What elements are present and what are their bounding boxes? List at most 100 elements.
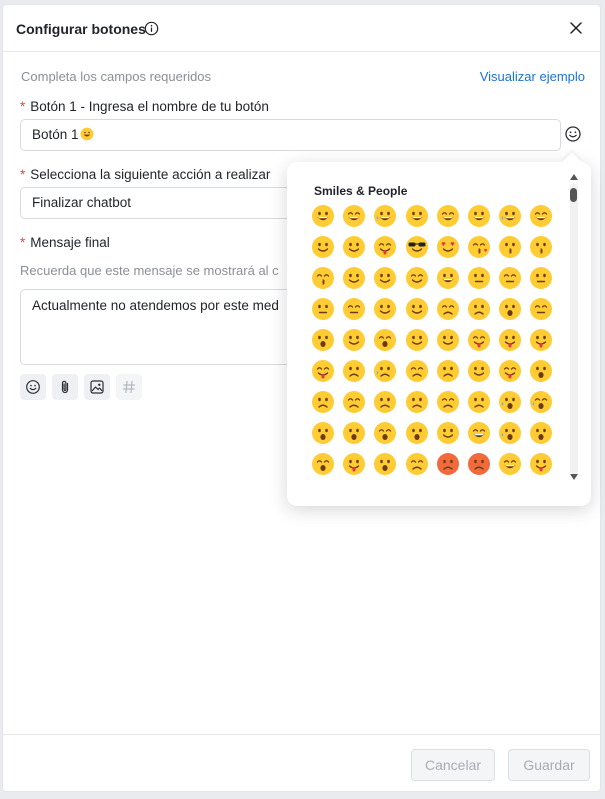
eye-roll-emoji-icon[interactable]: [373, 297, 397, 321]
mask-emoji-icon[interactable]: [498, 452, 522, 476]
worried-emoji-icon[interactable]: [436, 390, 460, 414]
pouting-emoji-icon[interactable]: [405, 452, 429, 476]
grin-eyes-emoji-icon[interactable]: [467, 204, 491, 228]
button1-label: * Botón 1 - Ingresa el nombre de tu botón: [20, 99, 269, 114]
smirk-emoji-icon[interactable]: [405, 297, 429, 321]
steam-emoji-icon[interactable]: [467, 390, 491, 414]
zany-emoji-icon[interactable]: [342, 452, 366, 476]
info-icon[interactable]: [144, 21, 159, 36]
astonished-emoji-icon[interactable]: [529, 359, 553, 383]
heart-eyes-emoji-icon[interactable]: [436, 235, 460, 259]
thinking-emoji-icon[interactable]: [467, 266, 491, 290]
kissing-smile-emoji-icon[interactable]: [529, 235, 553, 259]
confounded-emoji-icon[interactable]: [373, 390, 397, 414]
slight-frown-emoji-icon[interactable]: [342, 390, 366, 414]
fearful-emoji-icon[interactable]: [373, 421, 397, 445]
slight-smile-emoji-icon[interactable]: [373, 266, 397, 290]
zipper-emoji-icon[interactable]: [529, 297, 553, 321]
scream-emoji-icon[interactable]: [529, 421, 553, 445]
grinning-emoji-icon: [80, 127, 93, 141]
scroll-up-arrow-icon[interactable]: [570, 174, 578, 180]
modal-header: Configurar botones: [3, 5, 600, 52]
upside-down-emoji-icon[interactable]: [467, 359, 491, 383]
no-mouth-emoji-icon[interactable]: [342, 297, 366, 321]
hushed-emoji-icon[interactable]: [311, 328, 335, 352]
blush-emoji-icon[interactable]: [342, 235, 366, 259]
cancel-button[interactable]: Cancelar: [411, 749, 495, 781]
anguished-emoji-icon[interactable]: [342, 421, 366, 445]
sleepy-emoji-icon[interactable]: [342, 328, 366, 352]
relaxed-emoji-icon[interactable]: [342, 266, 366, 290]
insert-image-button[interactable]: [84, 374, 110, 400]
grinning-emoji-icon[interactable]: [311, 204, 335, 228]
emoji-scrollbar[interactable]: [569, 174, 579, 480]
sleeping-emoji-icon[interactable]: [405, 328, 429, 352]
action-label-text: Selecciona la siguiente acción a realiza…: [30, 167, 271, 182]
wink-emoji-icon[interactable]: [311, 235, 335, 259]
tongue-squint-emoji-icon[interactable]: [529, 328, 553, 352]
dizzy-emoji-icon[interactable]: [373, 452, 397, 476]
frown-open-emoji-icon[interactable]: [311, 421, 335, 445]
relieved-emoji-icon[interactable]: [436, 328, 460, 352]
exploding-emoji-icon[interactable]: [436, 421, 460, 445]
thermometer-emoji-icon[interactable]: [529, 452, 553, 476]
required-fields-hint: Completa los campos requeridos: [21, 69, 212, 84]
sweat-smile-emoji-icon[interactable]: [498, 204, 522, 228]
unamused-emoji-icon[interactable]: [342, 359, 366, 383]
scrollbar-thumb[interactable]: [570, 188, 577, 202]
expressionless-emoji-icon[interactable]: [311, 297, 335, 321]
save-button[interactable]: Guardar: [508, 749, 590, 781]
close-icon[interactable]: [569, 21, 583, 35]
sad-relieved-emoji-icon[interactable]: [467, 297, 491, 321]
image-icon: [90, 380, 104, 394]
raised-brow-emoji-icon[interactable]: [498, 266, 522, 290]
hug-emoji-icon[interactable]: [405, 266, 429, 290]
drool-emoji-icon[interactable]: [311, 359, 335, 383]
kiss-heart-emoji-icon[interactable]: [467, 235, 491, 259]
view-example-link[interactable]: Visualizar ejemplo: [480, 69, 585, 84]
joy-tears-emoji-icon[interactable]: [373, 204, 397, 228]
scroll-down-arrow-icon[interactable]: [570, 474, 578, 480]
final-message-label-text: Mensaje final: [30, 235, 110, 250]
tongue-emoji-icon[interactable]: [467, 328, 491, 352]
cold-sweat-emoji-icon[interactable]: [498, 421, 522, 445]
smiley-emoji-icon[interactable]: [436, 204, 460, 228]
required-asterisk: *: [20, 235, 26, 250]
sob-emoji-icon[interactable]: [529, 390, 553, 414]
squint-emoji-icon[interactable]: [529, 204, 553, 228]
sweat-emoji-icon[interactable]: [373, 359, 397, 383]
rofl-emoji-icon[interactable]: [405, 204, 429, 228]
confused-emoji-icon[interactable]: [436, 359, 460, 383]
button1-name-input[interactable]: Botón 1: [20, 119, 561, 151]
flushed-emoji-icon[interactable]: [311, 452, 335, 476]
angry-emoji-icon[interactable]: [436, 452, 460, 476]
neutral-emoji-icon[interactable]: [529, 266, 553, 290]
sunglasses-emoji-icon[interactable]: [405, 235, 429, 259]
insert-emoji-button[interactable]: [20, 374, 46, 400]
tongue-wink-emoji-icon[interactable]: [498, 328, 522, 352]
cursing-emoji-icon[interactable]: [467, 452, 491, 476]
disappointed-emoji-icon[interactable]: [405, 390, 429, 414]
grimace-emoji-icon[interactable]: [467, 421, 491, 445]
weary-emoji-icon[interactable]: [405, 421, 429, 445]
insert-variable-button[interactable]: [116, 374, 142, 400]
tired-emoji-icon[interactable]: [373, 328, 397, 352]
kiss-closed-emoji-icon[interactable]: [311, 266, 335, 290]
emoji-picker-toggle-icon[interactable]: [564, 125, 582, 143]
modal-footer: Cancelar Guardar: [3, 734, 600, 793]
pensive-emoji-icon[interactable]: [405, 359, 429, 383]
beaming-emoji-icon[interactable]: [342, 204, 366, 228]
frowning-emoji-icon[interactable]: [311, 390, 335, 414]
scrollbar-track: [570, 184, 578, 474]
open-mouth-emoji-icon[interactable]: [498, 297, 522, 321]
persevere-emoji-icon[interactable]: [436, 297, 460, 321]
emoji-category-title: Smiles & People: [314, 184, 408, 198]
crying-emoji-icon[interactable]: [498, 390, 522, 414]
yum-emoji-icon[interactable]: [373, 235, 397, 259]
required-asterisk: *: [20, 99, 26, 114]
attach-file-button[interactable]: [52, 374, 78, 400]
paperclip-icon: [61, 380, 69, 394]
kissing-emoji-icon[interactable]: [498, 235, 522, 259]
money-emoji-icon[interactable]: [498, 359, 522, 383]
star-struck-emoji-icon[interactable]: [436, 266, 460, 290]
